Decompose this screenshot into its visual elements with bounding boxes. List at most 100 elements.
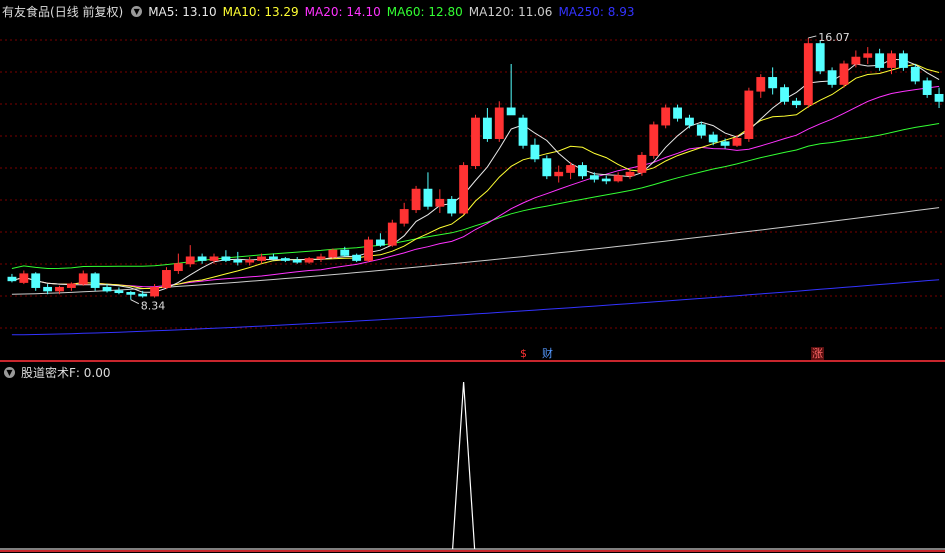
candle-up	[209, 256, 219, 261]
low-pointer	[130, 299, 140, 305]
chevron-down-icon[interactable]: ▼	[4, 367, 15, 378]
candle-up	[637, 154, 647, 173]
candle-up	[649, 124, 659, 156]
chevron-down-icon[interactable]: ▼	[131, 6, 143, 17]
candle-down	[696, 124, 706, 136]
legend-ma120: MA120: 11.06	[468, 4, 553, 19]
candle-down	[221, 256, 231, 261]
candle-up	[328, 249, 338, 258]
candle-up	[364, 239, 373, 261]
candle-up	[19, 273, 29, 283]
legend-ma20: MA20: 14.10	[304, 4, 381, 19]
candle-down	[197, 256, 207, 261]
candle-down	[31, 273, 41, 288]
candle-down	[43, 286, 53, 292]
ma5-line	[11, 58, 940, 293]
chart-period: (日线 前复权)	[50, 5, 124, 19]
candle-up	[494, 107, 504, 139]
candlestick-chart[interactable]: 16.07 8.34	[0, 0, 945, 360]
event-marker[interactable]: 涨	[811, 347, 824, 360]
candle-up	[887, 53, 896, 68]
candle-down	[375, 239, 385, 246]
candle-down	[90, 273, 100, 288]
legend-ma250: MA250: 8.93	[558, 4, 635, 19]
candle-down	[601, 178, 611, 182]
event-marker[interactable]: $	[519, 347, 528, 360]
candle-up	[173, 263, 183, 272]
candle-up	[863, 53, 873, 58]
candle-up	[78, 273, 88, 285]
candle-down	[482, 117, 492, 139]
candle-down	[815, 43, 825, 72]
high-pointer	[808, 35, 817, 39]
candle-up	[756, 77, 766, 92]
candle-up	[803, 43, 813, 106]
candle-down	[922, 80, 932, 95]
candle-down	[292, 259, 302, 263]
indicator-legend: ▼ 股道密术F : 0.00	[2, 364, 110, 381]
candle-down	[340, 249, 350, 256]
candle-up	[185, 256, 195, 265]
candle-down	[578, 165, 587, 177]
candle-down	[352, 254, 362, 261]
candle-down	[934, 93, 944, 102]
candle-up	[387, 222, 397, 246]
candle-down	[708, 134, 718, 143]
candle-up	[162, 270, 171, 288]
stock-name: 有友食品	[2, 5, 51, 19]
candle-up	[613, 175, 623, 182]
candle-up	[435, 198, 445, 207]
candle-down	[720, 141, 730, 146]
main-chart-panel[interactable]: 16.07 8.34 有友食品 (日线 前复权) ▼ MA5: 13.10 MA10…	[0, 0, 945, 360]
legend-ma5: MA5: 13.10	[148, 4, 217, 19]
ma-legend-items: MA5: 13.10 MA10: 13.29 MA20: 14.10 MA60: 12…	[148, 5, 640, 19]
indicator-chart	[0, 381, 945, 550]
candle-down	[518, 117, 528, 146]
candle-down	[780, 87, 789, 102]
bottom-border	[0, 550, 945, 552]
candle-up	[411, 188, 421, 211]
candle-up	[257, 256, 266, 261]
candle-down	[875, 53, 885, 68]
candle-up	[851, 56, 861, 65]
candle-up	[732, 137, 742, 146]
candle-up	[304, 258, 314, 263]
candle-down	[506, 107, 516, 116]
candle-down	[827, 70, 837, 85]
candle-down	[530, 144, 540, 160]
ma10-line	[11, 63, 940, 289]
candle-down	[589, 175, 599, 180]
high-price-label: 16.07	[818, 31, 850, 44]
candle-down	[7, 276, 17, 282]
candle-up	[399, 209, 409, 224]
candle-up	[744, 90, 754, 139]
candle-up	[471, 117, 480, 167]
legend-ma60: MA60: 12.80	[386, 4, 463, 19]
candle-down	[673, 107, 682, 119]
candle-up	[316, 256, 326, 260]
candle-up	[459, 165, 469, 214]
candle-down	[910, 66, 920, 82]
indicator-panel[interactable]: ▼ 股道密术F : 0.00	[0, 362, 945, 553]
candle-down	[898, 53, 908, 68]
event-marker[interactable]: 财	[541, 347, 554, 360]
candle-up	[150, 286, 159, 297]
candle-up	[566, 165, 576, 173]
candle-up	[55, 286, 64, 292]
candle-down	[768, 77, 778, 89]
candle-up	[245, 259, 255, 263]
candle-down	[423, 188, 433, 207]
indicator-value: : 0.00	[75, 365, 111, 380]
candle-down	[126, 292, 136, 295]
candle-down	[233, 259, 243, 263]
candle-down	[280, 258, 290, 261]
low-price-label: 8.34	[141, 300, 166, 313]
candle-down	[685, 117, 694, 126]
candle-down	[114, 290, 124, 294]
indicator-name: 股道密术F	[21, 366, 76, 380]
candle-up	[625, 171, 635, 177]
chart-legend: 有友食品 (日线 前复权) ▼ MA5: 13.10 MA10: 13.29 MA2…	[2, 3, 641, 20]
candle-up	[554, 171, 564, 177]
candle-up	[66, 283, 76, 288]
candle-down	[138, 293, 148, 297]
